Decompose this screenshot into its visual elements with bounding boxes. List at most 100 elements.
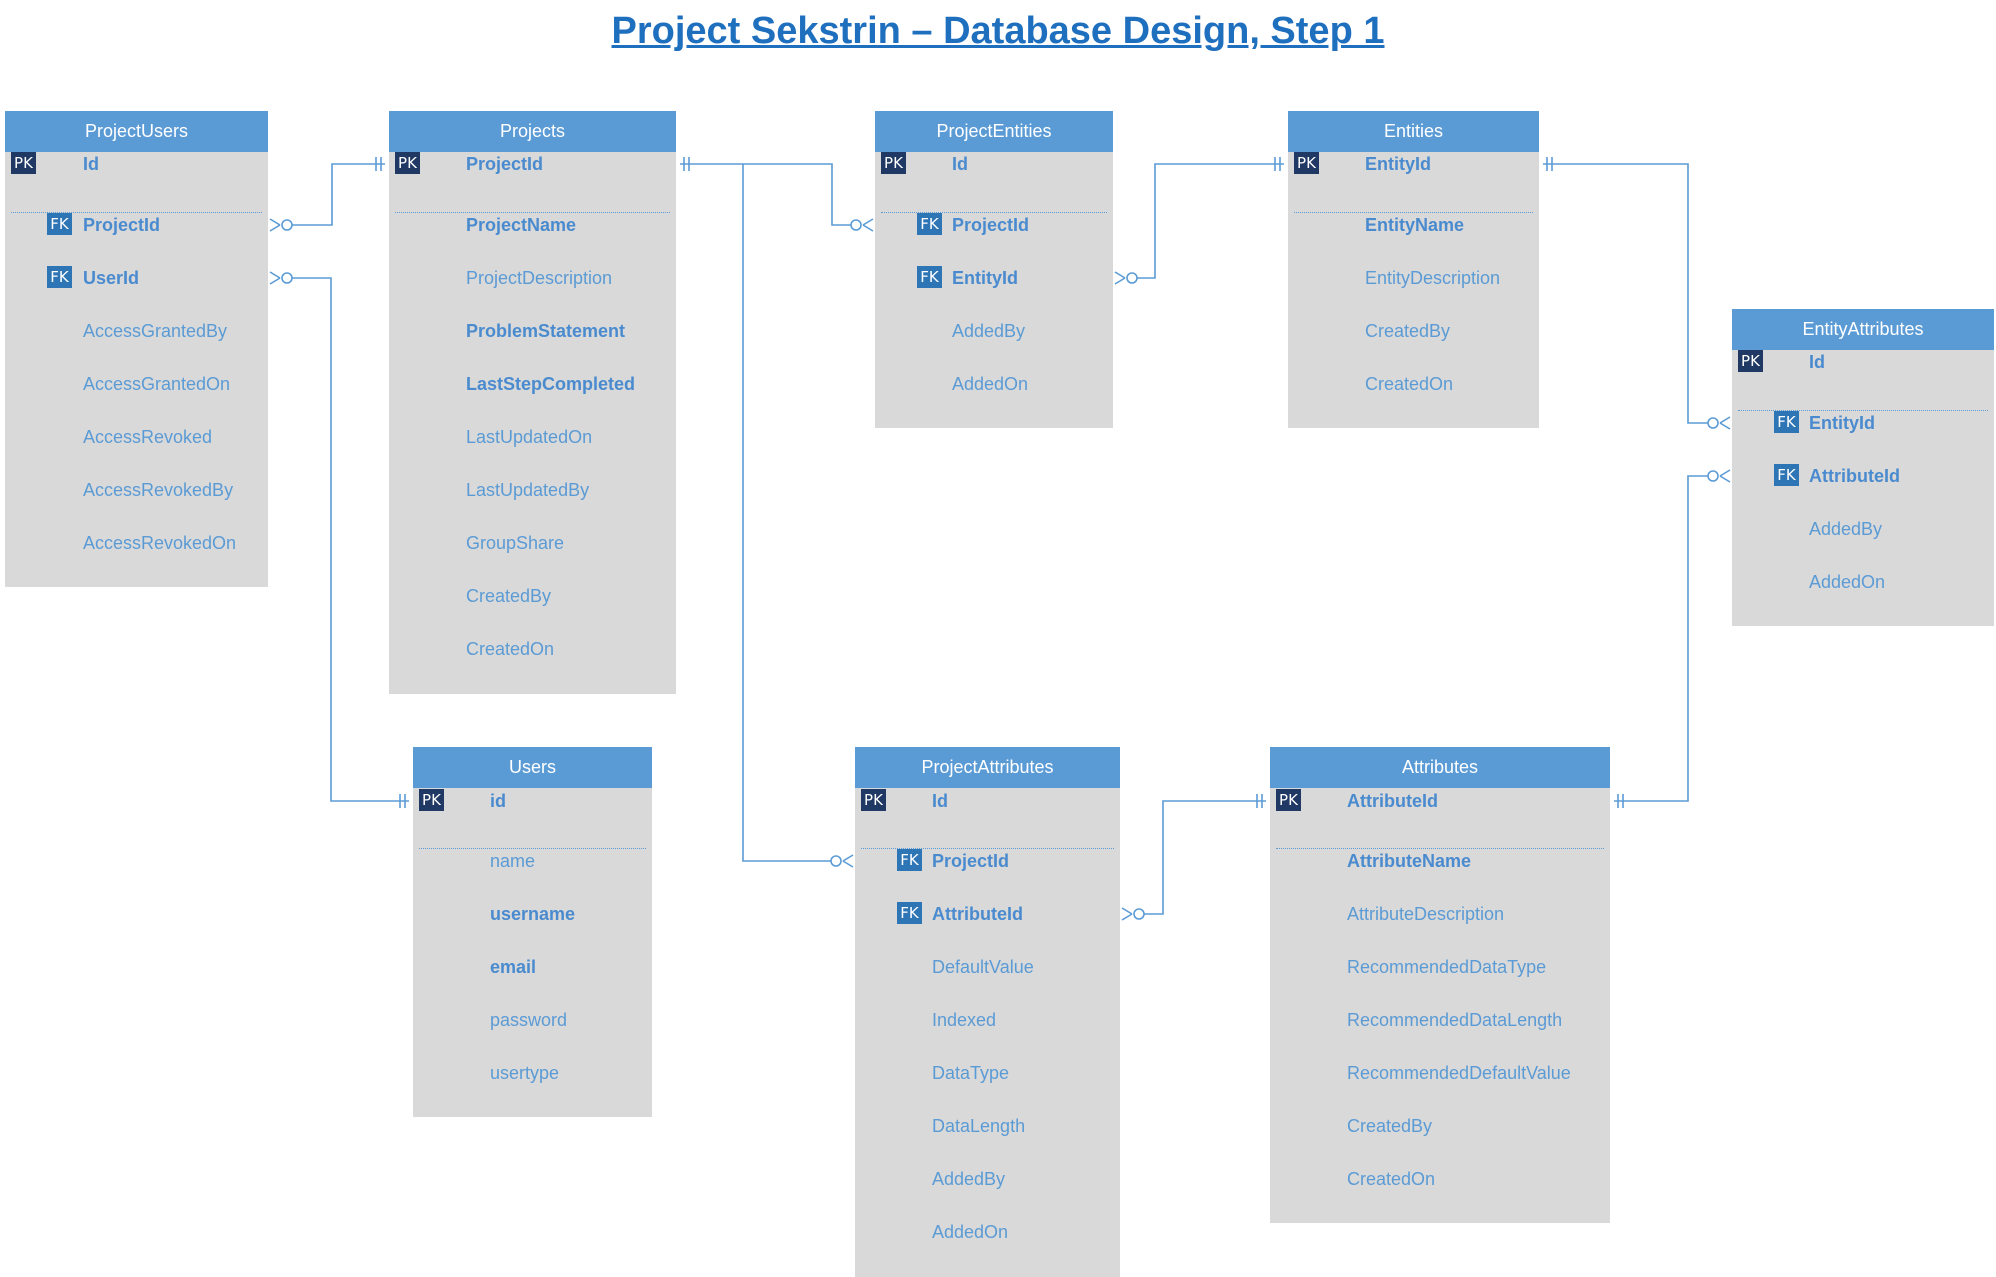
many-cardinality-mark xyxy=(269,224,281,232)
field-row[interactable]: AddedOn xyxy=(875,369,1113,399)
field-row[interactable]: DataType xyxy=(855,1058,1120,1088)
field-row[interactable]: PK Id xyxy=(855,786,1120,816)
field-name: password xyxy=(490,1010,568,1030)
field-name: AddedBy xyxy=(932,1169,1006,1189)
field-row[interactable]: name xyxy=(413,846,652,876)
field-row[interactable]: usertype xyxy=(413,1058,652,1088)
table-header[interactable]: ProjectUsers xyxy=(5,111,268,152)
field-row[interactable]: AddedOn xyxy=(855,1217,1120,1247)
field-row[interactable]: ProjectName xyxy=(389,210,676,240)
primary-key-divider xyxy=(1276,848,1604,849)
table-attributes[interactable]: Attributes PK AttributeId AttributeName Attr… xyxy=(1270,747,1610,1223)
field-row[interactable]: EntityName xyxy=(1288,210,1539,240)
foreign-key-badge: FK xyxy=(897,902,922,924)
table-projects[interactable]: Projects PK ProjectId ProjectName ProjectDes… xyxy=(389,111,676,694)
field-row[interactable]: AccessRevoked xyxy=(5,422,268,452)
field-row[interactable]: PK Id xyxy=(1732,347,1994,377)
field-row[interactable]: RecommendedDataLength xyxy=(1270,1005,1610,1035)
many-cardinality-mark xyxy=(842,854,854,862)
field-row[interactable]: FK UserId xyxy=(5,263,268,293)
field-row[interactable]: username xyxy=(413,899,652,929)
field-row[interactable]: LastStepCompleted xyxy=(389,369,676,399)
field-row[interactable]: PK AttributeId xyxy=(1270,786,1610,816)
field-row[interactable]: AddedBy xyxy=(855,1164,1120,1194)
field-row[interactable]: FK EntityId xyxy=(875,263,1113,293)
table-project-attributes[interactable]: ProjectAttributes PK Id FK ProjectId FK Attrib… xyxy=(855,747,1120,1277)
table-project-entities[interactable]: ProjectEntities PK Id FK ProjectId FK EntityId… xyxy=(875,111,1113,428)
field-row[interactable]: FK ProjectId xyxy=(875,210,1113,240)
field-row[interactable]: FK ProjectId xyxy=(855,846,1120,876)
table-users[interactable]: Users PK id name username email password userty… xyxy=(413,747,652,1117)
primary-key-badge: PK xyxy=(11,152,36,174)
field-name: AddedBy xyxy=(1809,519,1883,539)
field-name: Id xyxy=(83,154,99,174)
field-row[interactable]: RecommendedDataType xyxy=(1270,952,1610,982)
table-header[interactable]: Attributes xyxy=(1270,747,1610,788)
field-row[interactable]: FK AttributeId xyxy=(855,899,1120,929)
field-row[interactable]: PK ProjectId xyxy=(389,149,676,179)
table-header[interactable]: Users xyxy=(413,747,652,788)
field-row[interactable]: FK ProjectId xyxy=(5,210,268,240)
primary-key-divider xyxy=(419,848,646,849)
field-name: ProjectId xyxy=(83,215,161,235)
many-cardinality-mark xyxy=(1114,277,1126,285)
field-row[interactable]: FK EntityId xyxy=(1732,408,1994,438)
table-entities[interactable]: Entities PK EntityId EntityName EntityDescri… xyxy=(1288,111,1539,428)
field-row[interactable]: PK Id xyxy=(875,149,1113,179)
field-row[interactable]: AccessGrantedOn xyxy=(5,369,268,399)
field-row[interactable]: DefaultValue xyxy=(855,952,1120,982)
field-row[interactable]: GroupShare xyxy=(389,528,676,558)
field-row[interactable]: CreatedBy xyxy=(389,581,676,611)
field-row[interactable]: AddedBy xyxy=(875,316,1113,346)
field-name: CreatedOn xyxy=(1365,374,1454,394)
field-row[interactable]: AddedOn xyxy=(1732,567,1994,597)
field-row[interactable]: LastUpdatedBy xyxy=(389,475,676,505)
connector-projects-projectentities xyxy=(680,163,851,226)
field-row[interactable]: CreatedBy xyxy=(1270,1111,1610,1141)
foreign-key-badge: FK xyxy=(47,213,72,235)
field-row[interactable]: Indexed xyxy=(855,1005,1120,1035)
field-row[interactable]: EntityDescription xyxy=(1288,263,1539,293)
field-row[interactable]: password xyxy=(413,1005,652,1035)
field-name: RecommendedDataType xyxy=(1347,957,1547,977)
field-row[interactable]: AccessGrantedBy xyxy=(5,316,268,346)
field-name: usertype xyxy=(490,1063,560,1083)
field-row[interactable]: AttributeName xyxy=(1270,846,1610,876)
field-row[interactable]: PK id xyxy=(413,786,652,816)
table-header[interactable]: Projects xyxy=(389,111,676,152)
table-header[interactable]: Entities xyxy=(1288,111,1539,152)
table-header[interactable]: ProjectAttributes xyxy=(855,747,1120,788)
field-row[interactable]: FK AttributeId xyxy=(1732,461,1994,491)
connector-entities-projectentities xyxy=(1137,163,1284,279)
field-row[interactable]: PK Id xyxy=(5,149,268,179)
field-row[interactable]: AddedBy xyxy=(1732,514,1994,544)
field-row[interactable]: LastUpdatedOn xyxy=(389,422,676,452)
field-name: Id xyxy=(952,154,968,174)
many-cardinality-mark xyxy=(1121,913,1133,921)
field-row[interactable]: RecommendedDefaultValue xyxy=(1270,1058,1610,1088)
primary-key-badge: PK xyxy=(881,152,906,174)
field-row[interactable]: AccessRevokedOn xyxy=(5,528,268,558)
table-project-users[interactable]: ProjectUsers PK Id FK ProjectId FK UserId Acces… xyxy=(5,111,268,587)
field-name: ProjectId xyxy=(932,851,1010,871)
primary-key-divider xyxy=(395,212,670,213)
table-header[interactable]: EntityAttributes xyxy=(1732,309,1994,350)
field-row[interactable]: CreatedOn xyxy=(1270,1164,1610,1194)
field-row[interactable]: CreatedBy xyxy=(1288,316,1539,346)
field-row[interactable]: ProjectDescription xyxy=(389,263,676,293)
field-row[interactable]: PK EntityId xyxy=(1288,149,1539,179)
field-row[interactable]: CreatedOn xyxy=(1288,369,1539,399)
table-entity-attributes[interactable]: EntityAttributes PK Id FK EntityId FK Attribut… xyxy=(1732,309,1994,626)
field-row[interactable]: CreatedOn xyxy=(389,634,676,664)
field-row[interactable]: AccessRevokedBy xyxy=(5,475,268,505)
zero-cardinality-mark xyxy=(1707,417,1719,429)
field-name: id xyxy=(490,791,506,811)
field-row[interactable]: AttributeDescription xyxy=(1270,899,1610,929)
field-row[interactable]: ProblemStatement xyxy=(389,316,676,346)
field-name: AddedOn xyxy=(932,1222,1009,1242)
zero-cardinality-mark xyxy=(281,272,293,284)
field-name: RecommendedDefaultValue xyxy=(1347,1063,1571,1083)
field-row[interactable]: email xyxy=(413,952,652,982)
field-row[interactable]: DataLength xyxy=(855,1111,1120,1141)
table-header[interactable]: ProjectEntities xyxy=(875,111,1113,152)
